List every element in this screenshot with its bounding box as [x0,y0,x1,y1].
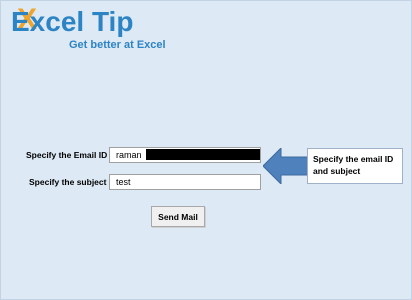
subject-label: Specify the subject [29,177,107,187]
subject-field[interactable]: test [109,174,261,190]
left-arrow-icon [263,148,309,184]
email-id-label: Specify the Email ID [26,150,108,160]
logo-brand-text: Excel Tip [11,6,134,37]
callout-box: Specify the email ID and subject [307,148,403,184]
excel-tip-logo: X Excel Tip Get better at Excel [5,3,205,55]
redacted-block [146,149,260,160]
userform-panel: X Excel Tip Get better at Excel Specify … [0,0,412,300]
logo-tagline: Get better at Excel [69,39,166,51]
send-mail-button[interactable]: Send Mail [151,206,205,227]
